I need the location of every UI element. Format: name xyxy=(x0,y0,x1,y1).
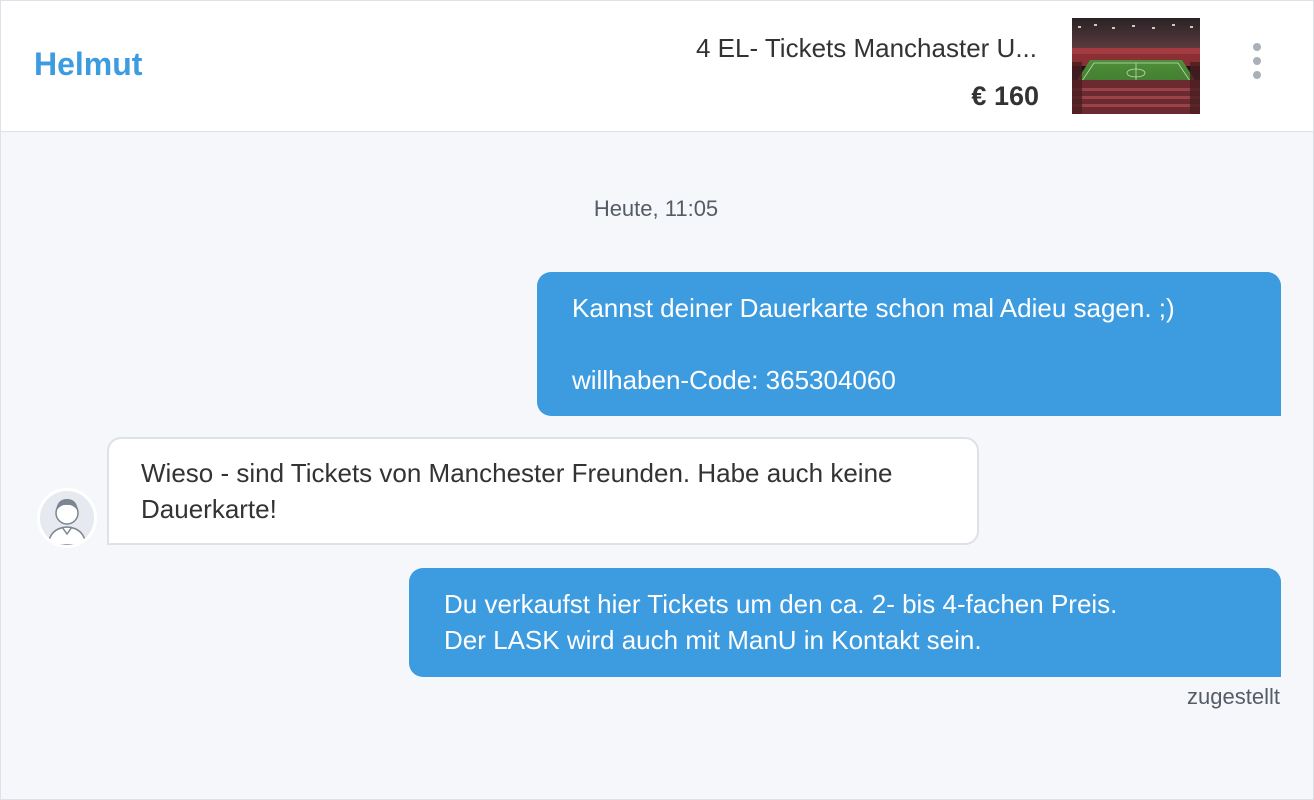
date-separator: Heute, 11:05 xyxy=(593,196,719,221)
message-incoming[interactable]: Wieso - sind Tickets von Manchester Freu… xyxy=(107,437,979,545)
more-vertical-icon xyxy=(1253,43,1261,51)
ad-title[interactable]: 4 EL- Tickets Manchaster U... xyxy=(657,31,1037,65)
message-outgoing[interactable]: Du verkaufst hier Tickets um den ca. 2- … xyxy=(409,568,1281,677)
message-outgoing[interactable]: Kannst deiner Dauerkarte schon mal Adieu… xyxy=(537,272,1281,416)
chat-window: Helmut 4 EL- Tickets Manchaster U... € 1… xyxy=(0,0,1314,800)
delivery-status: zugestellt xyxy=(1187,684,1280,709)
user-avatar-icon xyxy=(37,488,97,548)
message-text: Kannst deiner Dauerkarte schon mal Adieu… xyxy=(572,293,1175,323)
message-text: Du verkaufst hier Tickets um den ca. 2- … xyxy=(444,589,1118,619)
chat-header: Helmut 4 EL- Tickets Manchaster U... € 1… xyxy=(1,1,1313,132)
message-text: Der LASK wird auch mit ManU in Kontakt s… xyxy=(444,625,982,655)
message-text: Wieso - sind Tickets von Manchester Freu… xyxy=(141,458,893,524)
message-text: willhaben-Code: 365304060 xyxy=(572,365,896,395)
ad-thumbnail[interactable] xyxy=(1072,18,1200,114)
contact-name[interactable]: Helmut xyxy=(34,45,142,83)
more-options-button[interactable] xyxy=(1245,41,1269,81)
stadium-photo xyxy=(1072,18,1200,114)
ad-price: € 160 xyxy=(971,81,1039,111)
